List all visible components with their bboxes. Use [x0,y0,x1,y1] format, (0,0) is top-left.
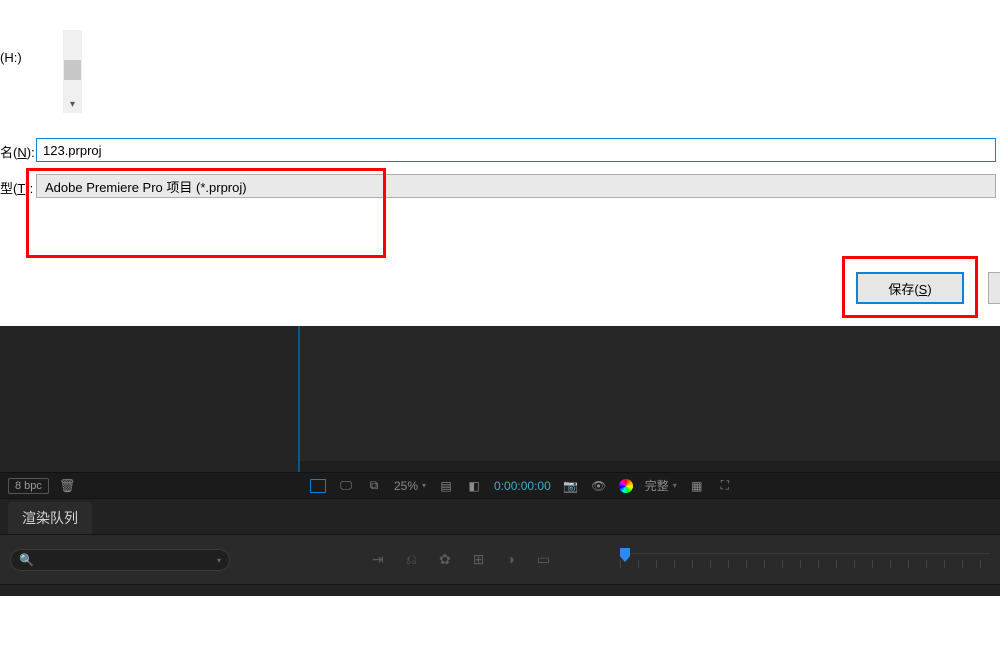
search-icon: 🔍 [19,553,34,567]
filename-input[interactable] [36,138,996,162]
show-snapshot-icon[interactable]: 👁 [591,479,607,493]
render-controls-toolbar: ⇥ ⎌ ✿ ⊞ ◑ ▭ [372,551,550,568]
chevron-down-icon: ▾ [673,481,677,490]
viewer-footer: 🖵 ⧉ 25% ▾ ▤ ◧ 0:00:00:00 📷 👁 完整 ▾ ▦ ⛶ [300,472,1000,498]
filename-label: 名(N): [0,142,35,161]
rq-icon-5[interactable]: ◑ [506,551,514,568]
layers-icon[interactable]: ▤ [438,479,454,493]
filetype-select[interactable]: Adobe Premiere Pro 项目 (*.prproj) [36,174,996,198]
region-of-interest-icon[interactable] [310,479,326,493]
filename-row: 名(N): [0,138,1000,166]
grid-icon[interactable]: ▦ [689,479,705,493]
file-list-scrollbar[interactable]: ▾ [63,30,82,113]
bpc-badge[interactable]: 8 bpc [8,478,49,494]
rq-icon-4[interactable]: ⊞ [473,551,485,568]
rq-icon-3[interactable]: ✿ [439,551,451,568]
lower-panel-tabs: 渲染队列 [0,498,1000,534]
drive-label: (H:) [0,50,22,65]
color-management-icon[interactable] [619,479,633,493]
zoom-dropdown[interactable]: 25% ▾ [394,479,426,493]
page-bottom-margin [0,596,1000,648]
filetype-label: 型(T): [0,178,33,197]
resolution-dropdown[interactable]: 完整 ▾ [645,477,677,494]
composition-viewer[interactable] [300,326,1000,461]
snapshot-camera-icon[interactable]: 📷 [563,479,579,493]
trash-icon[interactable]: 🗑 [59,478,76,494]
zoom-value: 25% [394,479,418,493]
rq-icon-2[interactable]: ⎌ [406,551,417,568]
save-dialog: (H:) ▾ 名(N): 型(T): Adobe Premiere Pro 项目… [0,0,1000,326]
current-time[interactable]: 0:00:00:00 [494,479,551,493]
save-button[interactable]: 保存(S) [856,272,964,304]
rq-icon-1[interactable]: ⇥ [372,551,384,568]
tab-render-queue[interactable]: 渲染队列 [8,502,92,534]
mask-toggle-icon[interactable]: ⧉ [366,478,382,493]
render-progress-timeline[interactable] [620,553,990,567]
cancel-button-edge[interactable] [988,272,1000,304]
project-panel-footer: 8 bpc 🗑 [0,472,300,498]
scrollbar-down-arrow-icon[interactable]: ▾ [64,96,81,113]
monitor-icon[interactable]: 🖵 [338,478,354,493]
filetype-row: 型(T): Adobe Premiere Pro 项目 (*.prproj) [0,174,1000,198]
timeline-ruler-ticks [620,560,990,568]
scrollbar-thumb[interactable] [64,60,81,80]
alpha-channel-icon[interactable]: ◧ [466,479,482,493]
chevron-down-icon: ▾ [217,556,221,565]
render-queue-search[interactable]: 🔍 ▾ [10,549,230,571]
chevron-down-icon: ▾ [422,481,426,490]
filetype-selected-value: Adobe Premiere Pro 项目 (*.prproj) [45,177,247,196]
rq-icon-6[interactable]: ▭ [537,551,550,568]
resolution-value: 完整 [645,477,669,494]
fullscreen-icon[interactable]: ⛶ [717,478,733,493]
